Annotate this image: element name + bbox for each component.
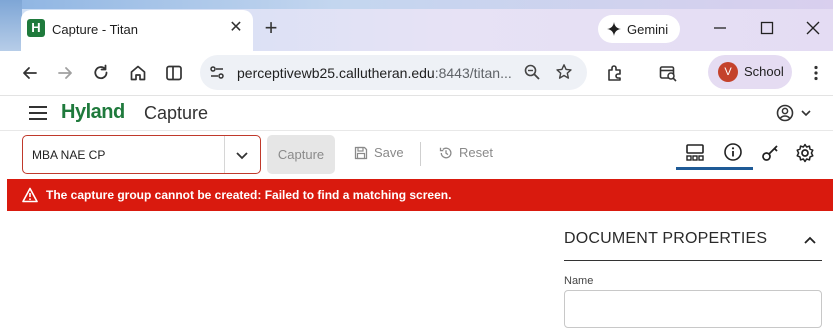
app-header: Hyland Capture [0,96,833,131]
gemini-button[interactable]: Gemini [598,15,680,43]
info-icon[interactable] [722,142,744,164]
address-bar[interactable]: perceptivewb25.callutheran.edu:8443/tita… [200,55,587,90]
hamburger-menu-icon[interactable] [29,105,47,121]
toolbar-divider [420,142,421,166]
split-view-icon[interactable] [164,63,184,83]
layout-icon[interactable] [684,142,706,164]
forward-arrow-icon[interactable] [55,63,75,83]
save-button[interactable]: Save [354,145,404,160]
maximize-window-icon[interactable] [757,18,777,38]
new-tab-button[interactable]: + [260,17,282,39]
capture-button[interactable]: Capture [267,135,335,174]
zoom-icon[interactable] [523,63,541,81]
url-text: perceptivewb25.callutheran.edu:8443/tita… [237,65,512,81]
tab-title: Capture - Titan [52,22,138,37]
bookmark-star-icon[interactable] [555,63,573,81]
browser-tab-active[interactable]: H Capture - Titan ✕ [21,10,253,51]
error-message: The capture group cannot be created: Fai… [46,188,452,202]
close-window-icon[interactable] [803,18,823,38]
chevron-up-icon[interactable] [802,232,818,248]
reload-icon[interactable] [91,63,111,83]
capture-group-select[interactable]: MBA NAE CP [22,135,261,174]
gemini-label: Gemini [627,21,669,37]
tab-close-button[interactable]: ✕ [226,18,246,38]
extensions-icon[interactable] [605,63,625,83]
select-divider [224,136,225,173]
reset-button[interactable]: Reset [439,145,493,160]
hyland-favicon-icon: H [27,19,45,37]
warning-icon [22,187,38,203]
site-info-icon[interactable] [208,63,227,82]
avatar: V [718,62,738,82]
user-account-icon[interactable] [776,103,812,123]
profile-label: School [744,64,784,79]
key-icon[interactable] [760,142,782,164]
save-label: Save [374,145,404,160]
desktop-background-left [0,0,22,51]
name-field-label: Name [564,275,594,287]
profile-button[interactable]: V School [708,55,792,89]
name-field[interactable] [564,290,822,328]
desktop-background [0,0,833,9]
app-name: Capture [144,103,209,123]
browser-tab-strip: H Capture - Titan ✕ + Gemini [0,0,833,51]
back-arrow-icon[interactable] [20,63,40,83]
gear-icon[interactable] [794,142,816,164]
capture-group-value: MBA NAE CP [32,148,106,162]
save-icon [354,146,368,159]
main-content: DOCUMENT PROPERTIES Name [7,211,833,336]
hyland-logo: Hyland [61,101,125,123]
reset-label: Reset [459,145,493,160]
tab-search-icon[interactable] [658,63,678,83]
capture-toolbar: MBA NAE CP Capture Save Reset [0,131,833,178]
gemini-sparkle-icon [607,22,621,36]
document-properties-title: DOCUMENT PROPERTIES [564,230,768,247]
active-panel-indicator [676,167,753,170]
error-banner: The capture group cannot be created: Fai… [7,179,833,211]
chevron-down-icon[interactable] [235,148,249,162]
document-properties-header[interactable]: DOCUMENT PROPERTIES [564,228,822,261]
home-icon[interactable] [128,63,148,83]
reset-history-icon [439,147,452,158]
browser-menu-icon[interactable] [806,63,826,83]
browser-toolbar: perceptivewb25.callutheran.edu:8443/tita… [0,51,833,96]
minimize-window-icon[interactable] [710,18,730,38]
